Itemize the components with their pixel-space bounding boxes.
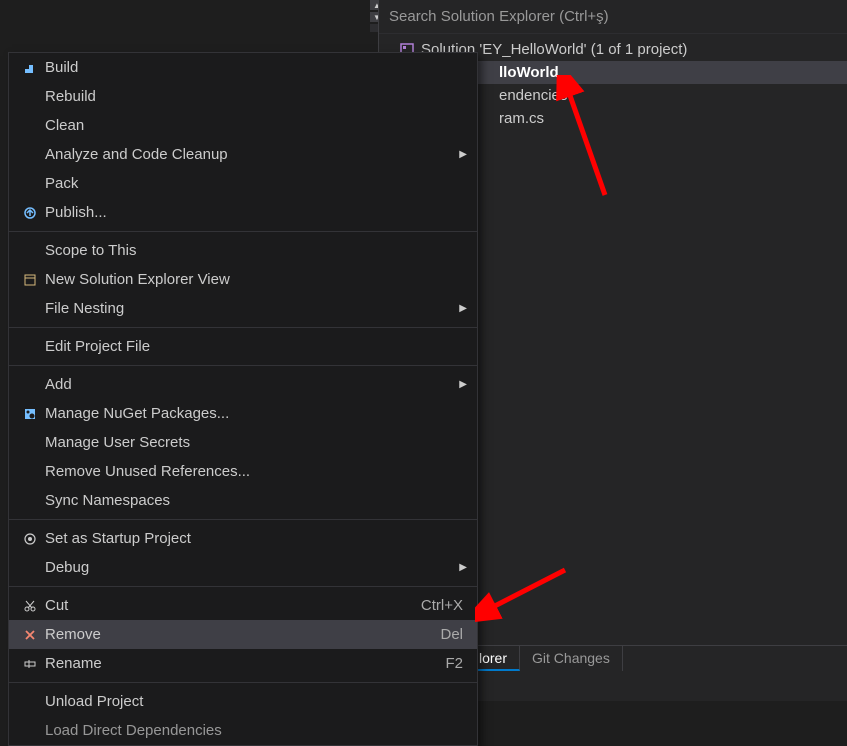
menu-cut[interactable]: Cut Ctrl+X xyxy=(9,591,477,620)
search-input[interactable]: Search Solution Explorer (Ctrl+ş) xyxy=(379,0,847,34)
menu-remove-refs[interactable]: Remove Unused References... xyxy=(9,457,477,486)
tab-solution-explorer-label: lorer xyxy=(479,650,507,666)
blank-icon xyxy=(19,242,41,260)
menu-separator xyxy=(9,365,477,366)
menu-pack-label: Pack xyxy=(45,175,467,192)
menu-separator xyxy=(9,327,477,328)
menu-load-deps[interactable]: Load Direct Dependencies xyxy=(9,716,477,745)
blank-icon xyxy=(19,175,41,193)
chevron-right-icon: ▶ xyxy=(453,303,467,314)
menu-edit-project-label: Edit Project File xyxy=(45,338,467,355)
menu-new-view[interactable]: New Solution Explorer View xyxy=(9,265,477,294)
menu-sync-ns[interactable]: Sync Namespaces xyxy=(9,486,477,515)
menu-nuget[interactable]: Manage NuGet Packages... xyxy=(9,399,477,428)
menu-edit-project[interactable]: Edit Project File xyxy=(9,332,477,361)
blank-icon xyxy=(19,376,41,394)
menu-publish-label: Publish... xyxy=(45,204,467,221)
blank-icon xyxy=(19,434,41,452)
menu-file-nesting[interactable]: File Nesting ▶ xyxy=(9,294,477,323)
menu-file-nesting-label: File Nesting xyxy=(45,300,453,317)
menu-unload[interactable]: Unload Project xyxy=(9,687,477,716)
blank-icon xyxy=(19,492,41,510)
menu-remove[interactable]: Remove Del xyxy=(9,620,477,649)
menu-load-deps-label: Load Direct Dependencies xyxy=(45,722,467,739)
menu-scope-label: Scope to This xyxy=(45,242,467,259)
menu-remove-shortcut: Del xyxy=(440,626,463,643)
menu-add[interactable]: Add ▶ xyxy=(9,370,477,399)
blank-icon xyxy=(19,117,41,135)
blank-icon xyxy=(19,722,41,740)
menu-build-label: Build xyxy=(45,59,467,76)
menu-cut-label: Cut xyxy=(45,597,421,614)
menu-clean[interactable]: Clean xyxy=(9,111,477,140)
blank-icon xyxy=(19,338,41,356)
chevron-right-icon: ▶ xyxy=(453,562,467,573)
chevron-right-icon: ▶ xyxy=(453,379,467,390)
menu-startup-label: Set as Startup Project xyxy=(45,530,467,547)
context-menu: Build Rebuild Clean Analyze and Code Cle… xyxy=(8,52,478,746)
menu-add-label: Add xyxy=(45,376,453,393)
menu-analyze[interactable]: Analyze and Code Cleanup ▶ xyxy=(9,140,477,169)
publish-icon xyxy=(19,204,41,222)
menu-rebuild[interactable]: Rebuild xyxy=(9,82,477,111)
menu-analyze-label: Analyze and Code Cleanup xyxy=(45,146,453,163)
blank-icon xyxy=(19,463,41,481)
menu-debug[interactable]: Debug ▶ xyxy=(9,553,477,582)
blank-icon xyxy=(19,300,41,318)
menu-remove-label: Remove xyxy=(45,626,440,643)
menu-cut-shortcut: Ctrl+X xyxy=(421,597,463,614)
menu-user-secrets[interactable]: Manage User Secrets xyxy=(9,428,477,457)
menu-separator xyxy=(9,586,477,587)
blank-icon xyxy=(19,146,41,164)
menu-unload-label: Unload Project xyxy=(45,693,467,710)
menu-rebuild-label: Rebuild xyxy=(45,88,467,105)
blank-icon xyxy=(19,559,41,577)
menu-pack[interactable]: Pack xyxy=(9,169,477,198)
menu-new-view-label: New Solution Explorer View xyxy=(45,271,467,288)
menu-rename-label: Rename xyxy=(45,655,445,672)
menu-remove-refs-label: Remove Unused References... xyxy=(45,463,467,480)
cut-icon xyxy=(19,597,41,615)
nuget-icon xyxy=(19,405,41,423)
menu-startup[interactable]: Set as Startup Project xyxy=(9,524,477,553)
build-icon xyxy=(19,59,41,77)
menu-user-secrets-label: Manage User Secrets xyxy=(45,434,467,451)
chevron-right-icon: ▶ xyxy=(453,149,467,160)
menu-rename[interactable]: Rename F2 xyxy=(9,649,477,678)
rename-icon xyxy=(19,655,41,673)
tab-git-changes-label: Git Changes xyxy=(532,650,610,666)
menu-sync-ns-label: Sync Namespaces xyxy=(45,492,467,509)
menu-separator xyxy=(9,519,477,520)
menu-rename-shortcut: F2 xyxy=(445,655,463,672)
menu-separator xyxy=(9,231,477,232)
tab-git-changes[interactable]: Git Changes xyxy=(520,646,623,671)
menu-build[interactable]: Build xyxy=(9,53,477,82)
blank-icon xyxy=(19,88,41,106)
menu-publish[interactable]: Publish... xyxy=(9,198,477,227)
menu-separator xyxy=(9,682,477,683)
remove-icon xyxy=(19,626,41,644)
menu-debug-label: Debug xyxy=(45,559,453,576)
menu-scope[interactable]: Scope to This xyxy=(9,236,477,265)
new-view-icon xyxy=(19,271,41,289)
blank-icon xyxy=(19,693,41,711)
startup-icon xyxy=(19,530,41,548)
menu-nuget-label: Manage NuGet Packages... xyxy=(45,405,467,422)
menu-clean-label: Clean xyxy=(45,117,467,134)
